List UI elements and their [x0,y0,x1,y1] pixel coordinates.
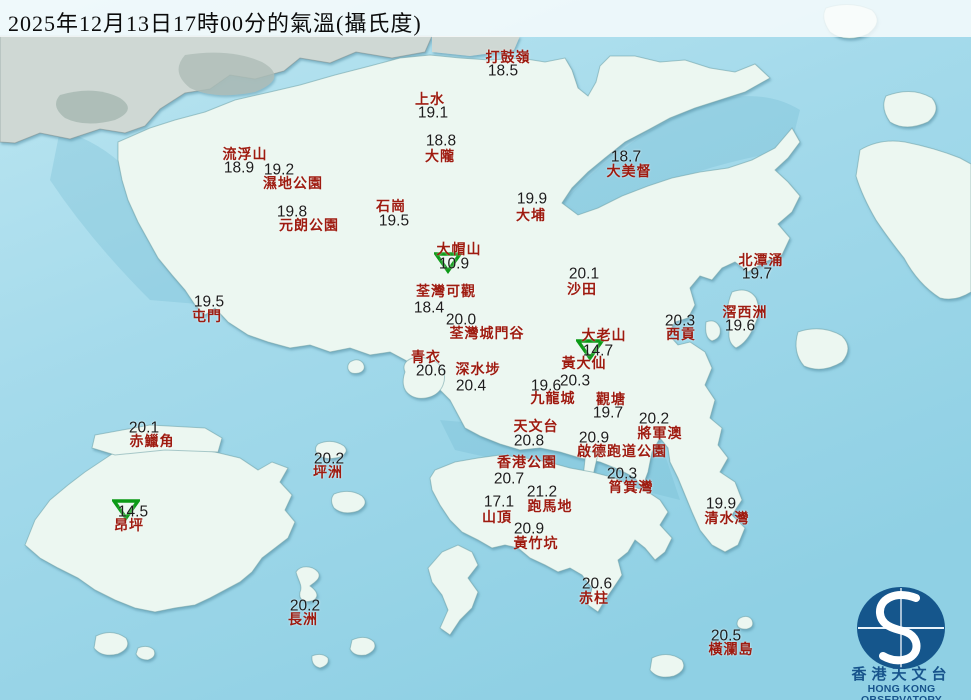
station-label: 啟德跑道公園 [577,443,667,459]
land-ma-wan [347,359,365,374]
station-label: 跑馬地 [527,498,573,514]
land-po-toi [649,654,685,678]
hko-logo-english-name: HONG KONG OBSERVATORY [861,683,942,700]
station-value: 20.6 [415,362,447,380]
hong-kong-map [0,0,971,700]
station-label: 昂坪 [114,517,144,533]
station-label: 大老山 [581,327,627,343]
station-label: 打鼓嶺 [485,49,531,65]
station-label: 長洲 [288,611,318,627]
station-label: 筲箕灣 [608,479,654,495]
station-label: 北潭涌 [738,252,784,268]
station-label: 清水灣 [704,510,750,526]
page-title: 2025年12月13日17時00分的氣溫(攝氏度) [8,11,422,36]
station-value: 18.4 [413,299,445,317]
station-value: 19.7 [741,265,773,283]
station-value: 20.4 [455,377,487,395]
station-label: 赤鱲角 [129,433,175,449]
hko-logo-chinese-name: 香港天文台 [851,666,952,683]
station-label: 濕地公園 [263,175,323,191]
station-label: 大埔 [516,207,546,223]
station-label: 流浮山 [222,146,268,162]
temperature-map-screen: 2025年12月13日17時00分的氣溫(攝氏度) 18.5 打鼓嶺 19.1 上水 1… [0,0,971,700]
station-label: 觀塘 [596,391,626,407]
station-label: 山頂 [482,509,512,525]
land-hei-ling-chau [331,490,366,514]
station-label: 青衣 [411,349,441,365]
station-value: 19.9 [516,190,548,208]
station-label: 黃竹坑 [513,535,559,551]
station-value: 19.1 [417,104,449,122]
station-value: 20.1 [568,265,600,283]
station-label: 橫瀾島 [708,641,754,657]
station-label: 上水 [415,91,445,107]
station-label: 香港公園 [497,454,557,470]
station-label: 屯門 [192,308,222,324]
station-value: 18.9 [223,159,255,177]
station-label: 天文台 [513,418,559,434]
station-value: 20.7 [493,470,525,488]
station-value: 20.3 [559,372,591,390]
station-label: 沙田 [567,281,597,297]
station-value: 19.5 [378,212,410,230]
station-value: 19.6 [724,317,756,335]
station-label: 荃灣可觀 [416,283,476,299]
station-label: 將軍澳 [637,425,683,441]
station-value: 19.7 [592,404,624,422]
station-label: 大隴 [425,148,455,164]
land-sharp-island [705,320,721,342]
station-label: 大帽山 [436,241,482,257]
station-label: 黃大仙 [561,355,607,371]
station-label: 大美督 [606,163,652,179]
hko-logo-icon [857,587,945,669]
station-label: 石崗 [376,198,406,214]
station-label: 坪洲 [313,464,343,480]
land-crooked-island [883,91,937,128]
station-label: 西貢 [666,326,696,342]
station-label: 九龍城 [530,390,576,406]
station-value: 10.9 [438,255,470,273]
station-label: 元朗公園 [279,217,339,233]
station-label: 赤柱 [579,590,609,606]
station-label: 荃灣城門谷 [449,325,525,341]
station-value: 18.8 [425,132,457,150]
hko-logo: 香港天文台 HONG KONG OBSERVATORY [832,560,971,700]
station-value: 17.1 [483,493,515,511]
station-value: 18.5 [487,62,519,80]
station-value: 20.8 [513,432,545,450]
station-label: 滘西洲 [722,304,768,320]
land-high-island [795,328,849,370]
station-label: 深水埗 [455,361,501,377]
